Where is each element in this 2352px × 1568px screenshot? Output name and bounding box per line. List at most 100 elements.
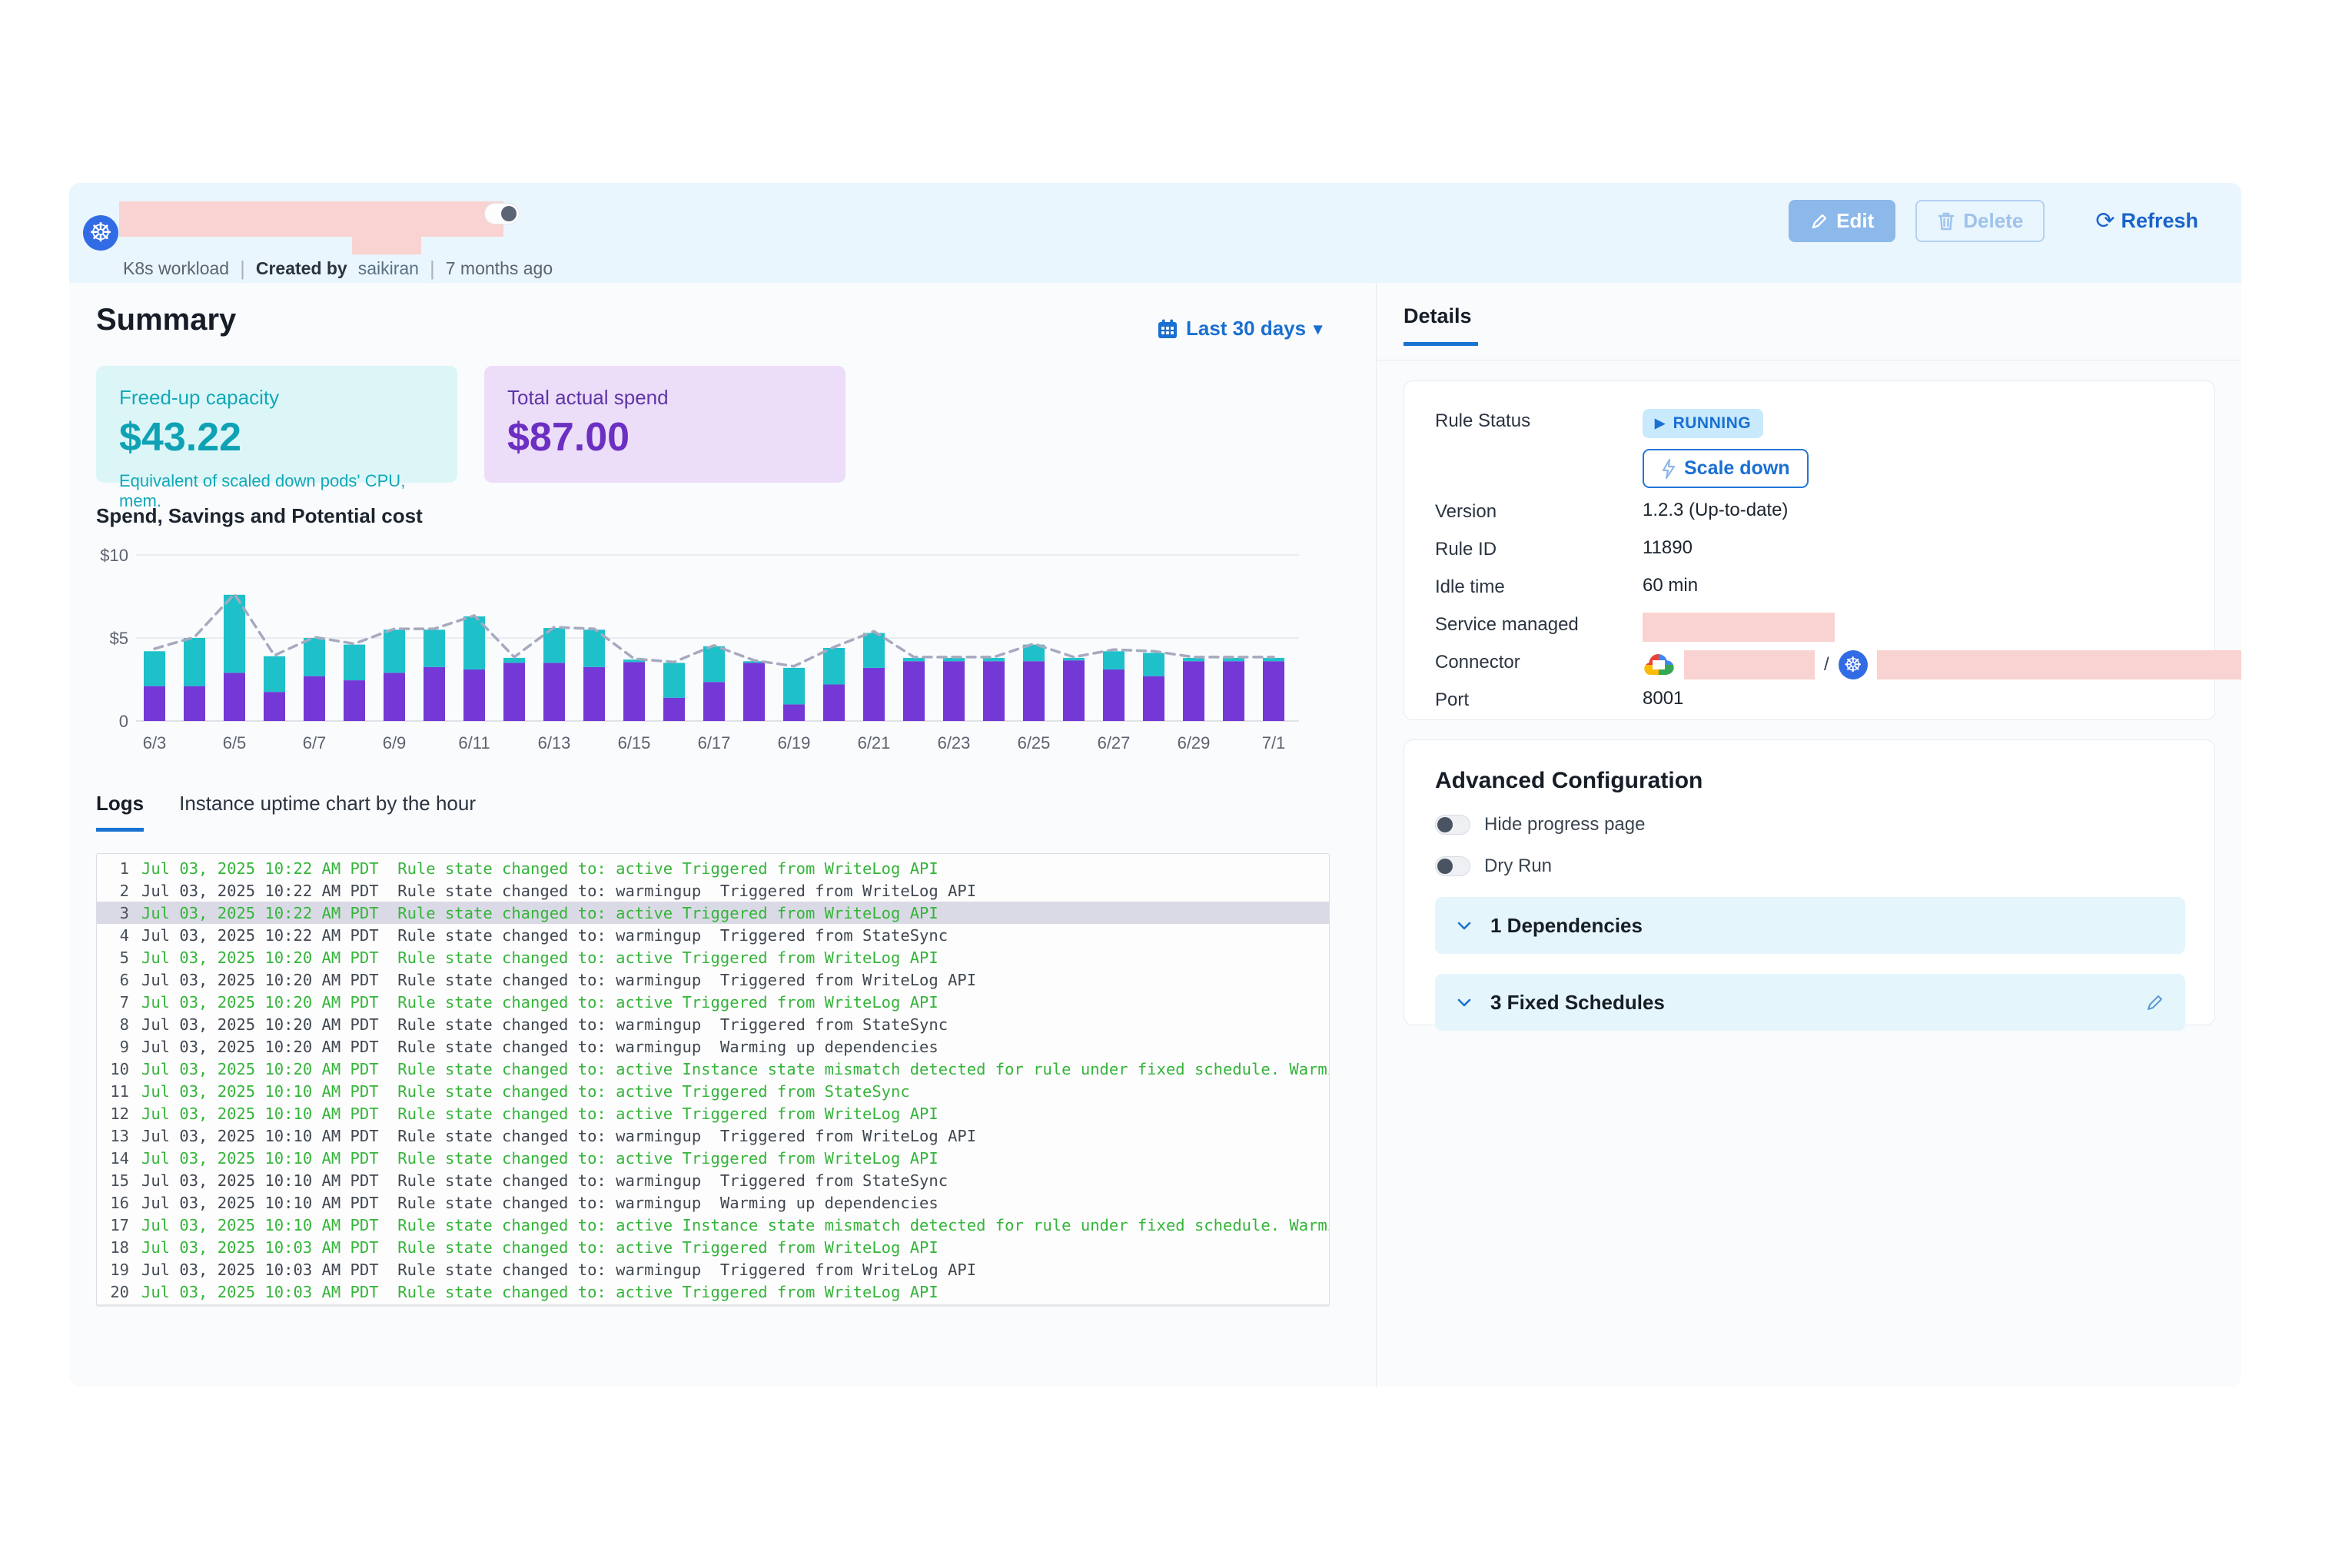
calendar-icon — [1157, 318, 1178, 340]
bar-savings — [863, 633, 885, 668]
bar-spend — [1063, 660, 1085, 721]
bar-spend — [304, 676, 325, 721]
advanced-configuration-heading: Advanced Configuration — [1435, 768, 2184, 794]
log-row[interactable]: 9Jul 03, 2025 10:20 AM PDT Rule state ch… — [97, 1035, 1329, 1058]
workload-subtitle-redacted — [352, 237, 421, 254]
kubernetes-icon: ☸ — [1839, 650, 1868, 679]
bar-savings — [384, 630, 405, 673]
play-icon: ▶ — [1655, 416, 1666, 431]
toggle-knob — [1437, 859, 1453, 874]
summary-column: Summary Last 30 days ▾ Freed-up capacity… — [69, 283, 1376, 1387]
log-row[interactable]: 5Jul 03, 2025 10:20 AM PDT Rule state ch… — [97, 946, 1329, 968]
trash-icon — [1937, 211, 1955, 231]
status-badge: ▶ RUNNING — [1643, 409, 1763, 438]
log-message: Jul 03, 2025 10:20 AM PDT Rule state cha… — [141, 1060, 1330, 1078]
accordion-3-fixed-schedules[interactable]: 3 Fixed Schedules — [1435, 974, 2185, 1031]
log-row[interactable]: 8Jul 03, 2025 10:20 AM PDT Rule state ch… — [97, 1013, 1329, 1035]
bar-spend — [264, 692, 285, 721]
log-row[interactable]: 15Jul 03, 2025 10:10 AM PDT Rule state c… — [97, 1169, 1329, 1191]
advanced-configuration-card: Advanced Configuration Hide progress pag… — [1404, 739, 2215, 1025]
bar-savings — [1063, 658, 1085, 660]
bar-spend — [1263, 661, 1284, 721]
log-message: Jul 03, 2025 10:10 AM PDT Rule state cha… — [141, 1105, 938, 1123]
log-message: Jul 03, 2025 10:20 AM PDT Rule state cha… — [141, 948, 938, 967]
log-line-number: 20 — [97, 1283, 129, 1301]
log-message: Jul 03, 2025 10:03 AM PDT Rule state cha… — [141, 1283, 938, 1301]
pencil-icon — [1810, 212, 1829, 231]
log-row[interactable]: 2Jul 03, 2025 10:22 AM PDT Rule state ch… — [97, 879, 1329, 902]
log-line-number: 4 — [97, 926, 129, 945]
version-value: 1.2.3 (Up-to-date) — [1643, 500, 1788, 521]
log-line-number: 11 — [97, 1082, 129, 1101]
log-line-number: 7 — [97, 993, 129, 1012]
log-row[interactable]: 17Jul 03, 2025 10:10 AM PDT Rule state c… — [97, 1214, 1329, 1236]
log-line-number: 17 — [97, 1216, 129, 1234]
workload-enabled-toggle[interactable] — [484, 203, 520, 224]
bar-savings — [144, 651, 165, 686]
log-line-number: 13 — [97, 1127, 129, 1145]
x-axis-tick: 6/7 — [303, 733, 327, 752]
bar-savings — [224, 595, 245, 673]
log-row[interactable]: 10Jul 03, 2025 10:20 AM PDT Rule state c… — [97, 1058, 1329, 1080]
accordion-label: 3 Fixed Schedules — [1490, 991, 1665, 1015]
log-row[interactable]: 4Jul 03, 2025 10:22 AM PDT Rule state ch… — [97, 924, 1329, 946]
details-tabbar: Details — [1377, 283, 2241, 360]
log-message: Jul 03, 2025 10:22 AM PDT Rule state cha… — [141, 904, 938, 922]
log-row[interactable]: 1Jul 03, 2025 10:22 AM PDT Rule state ch… — [97, 857, 1329, 879]
tab-details[interactable]: Details — [1404, 304, 1478, 346]
log-row[interactable]: 3Jul 03, 2025 10:22 AM PDT Rule state ch… — [97, 902, 1329, 924]
tab-instance-uptime-chart-by-the-hour[interactable]: Instance uptime chart by the hour — [179, 792, 476, 832]
log-row[interactable]: 12Jul 03, 2025 10:10 AM PDT Rule state c… — [97, 1102, 1329, 1125]
accordion-1-dependencies[interactable]: 1 Dependencies — [1435, 897, 2185, 954]
log-row[interactable]: 7Jul 03, 2025 10:20 AM PDT Rule state ch… — [97, 991, 1329, 1013]
log-line-number: 1 — [97, 859, 129, 878]
log-message: Jul 03, 2025 10:20 AM PDT Rule state cha… — [141, 1038, 938, 1056]
bar-spend — [184, 686, 205, 721]
connector-separator: / — [1824, 654, 1829, 676]
log-row[interactable]: 6Jul 03, 2025 10:20 AM PDT Rule state ch… — [97, 968, 1329, 991]
bar-savings — [344, 645, 365, 680]
bar-spend — [743, 663, 765, 721]
edit-schedules-icon[interactable] — [2144, 992, 2165, 1013]
rule-status-label: Rule Status — [1435, 409, 1643, 432]
log-row[interactable]: 11 Jul 03, 2025 10:10 AM PDT Rule state c… — [97, 1080, 1329, 1102]
log-row[interactable]: 13Jul 03, 2025 10:10 AM PDT Rule state c… — [97, 1125, 1329, 1147]
log-row[interactable]: 16Jul 03, 2025 10:10 AM PDT Rule state c… — [97, 1191, 1329, 1214]
refresh-button[interactable]: ⟳ Refresh — [2095, 208, 2198, 234]
date-range-selector[interactable]: Last 30 days ▾ — [1157, 317, 1322, 341]
tab-logs[interactable]: Logs — [96, 792, 144, 832]
created-by-user[interactable]: saikiran — [358, 258, 419, 279]
bar-spend — [144, 686, 165, 721]
service-managed-redacted — [1643, 613, 1835, 642]
toggle-knob — [501, 206, 517, 221]
bar-savings — [264, 656, 285, 692]
bar-savings — [1143, 653, 1164, 676]
scale-down-button[interactable]: Scale down — [1643, 449, 1809, 488]
logs-panel[interactable]: 1 Jul 03, 2025 10:22 AM PDT Rule state ch… — [96, 853, 1330, 1307]
log-row[interactable]: 18Jul 03, 2025 10:03 AM PDT Rule state c… — [97, 1236, 1329, 1258]
y-axis-tick: 0 — [119, 712, 128, 731]
dry-run-toggle[interactable] — [1435, 856, 1470, 876]
main-area: Summary Last 30 days ▾ Freed-up capacity… — [69, 283, 2241, 1387]
edit-button[interactable]: Edit — [1789, 200, 1895, 242]
card-label: Total actual spend — [507, 386, 822, 410]
content-tabs: Logs Instance uptime chart by the hour — [96, 792, 476, 832]
log-row[interactable]: 20 Jul 03, 2025 10:03 AM PDT Rule state c… — [97, 1281, 1329, 1303]
log-row[interactable]: 19Jul 03, 2025 10:03 AM PDT Rule state c… — [97, 1258, 1329, 1281]
delete-button[interactable]: Delete — [1915, 200, 2045, 242]
rule-status-row: Rule Status ▶ RUNNING Scale down — [1435, 409, 2184, 500]
port-value: 8001 — [1643, 688, 1683, 709]
log-row[interactable]: 14Jul 03, 2025 10:10 AM PDT Rule state c… — [97, 1147, 1329, 1169]
toggle-row: Dry Run — [1435, 855, 2184, 877]
x-axis-tick: 7/1 — [1262, 733, 1286, 752]
log-message: Jul 03, 2025 10:10 AM PDT Rule state cha… — [141, 1149, 938, 1168]
summary-heading: Summary — [96, 303, 236, 337]
workload-title-redacted — [119, 201, 503, 237]
bar-spend — [783, 704, 805, 721]
created-by-label: Created by — [256, 258, 347, 279]
hide-progress-page-toggle[interactable] — [1435, 815, 1470, 835]
idle-time-value: 60 min — [1643, 575, 1698, 596]
workload-detail-page: ☸ K8s workload | Created by saikiran | 7… — [69, 183, 2241, 1387]
bar-savings — [823, 648, 845, 685]
log-message: Jul 03, 2025 10:10 AM PDT Rule state cha… — [141, 1082, 910, 1101]
